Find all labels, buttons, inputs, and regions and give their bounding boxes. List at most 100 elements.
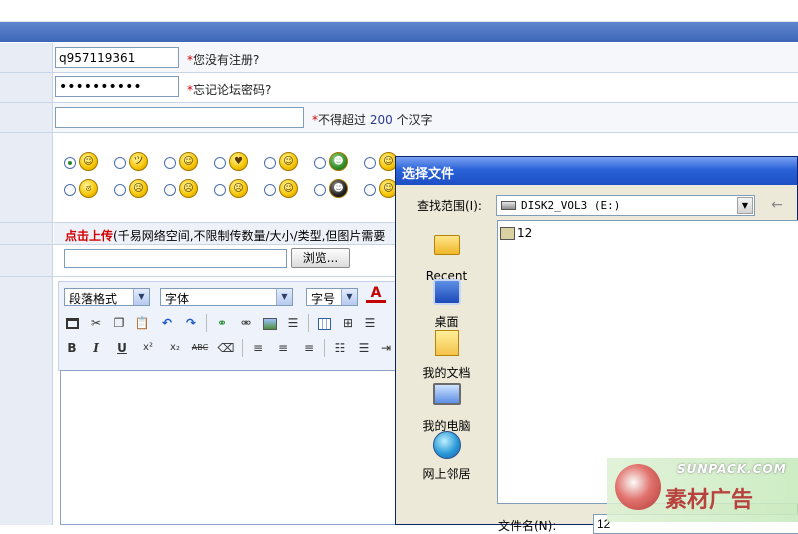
places-bar: Recent 桌面 我的文档 我的电脑 网上邻居 — [414, 224, 479, 526]
password-input[interactable] — [55, 76, 179, 97]
insert-row-icon[interactable]: ☰ — [360, 313, 380, 333]
dialog-title: 选择文件 — [396, 157, 797, 185]
unordered-list-icon[interactable]: ☰ — [354, 338, 374, 358]
place-network[interactable]: 网上邻居 — [414, 430, 479, 482]
title-input[interactable] — [55, 107, 304, 128]
copy-icon[interactable]: ❐ — [109, 313, 129, 333]
indent-icon[interactable]: ⇥ — [376, 338, 396, 358]
smiley-radio[interactable] — [264, 157, 276, 169]
smiley-radio[interactable] — [314, 157, 326, 169]
smiley-option[interactable]: ☹ — [114, 179, 158, 201]
smiley-option[interactable]: ☻ — [314, 152, 358, 174]
smiley-label-cell — [0, 133, 53, 222]
file-list-item[interactable]: 12 — [500, 226, 532, 242]
lookin-select[interactable]: DISK2_VOL3 (E:) ▼ — [496, 195, 755, 216]
cry-icon: ☹ — [179, 179, 198, 198]
tongue-icon: ☺ — [279, 152, 298, 171]
fullscreen-icon[interactable] — [62, 313, 82, 333]
desktop-icon — [432, 279, 461, 305]
smiley-radio[interactable] — [364, 184, 376, 196]
table-icon[interactable] — [314, 313, 334, 333]
smiley-option[interactable]: ಠ — [64, 179, 108, 201]
forgot-password-hint[interactable]: *忘记论坛密码? — [187, 81, 271, 98]
align-right-icon[interactable]: ≡ — [299, 338, 319, 358]
image-icon[interactable] — [260, 313, 280, 333]
smile-icon: ☺ — [79, 152, 98, 171]
happy-icon: ☺ — [179, 152, 198, 171]
smiley-option[interactable]: ☺ — [264, 152, 308, 174]
place-my-documents[interactable]: 我的文档 — [414, 328, 479, 381]
align-left-icon[interactable]: ≡ — [248, 338, 268, 358]
username-input[interactable] — [55, 47, 179, 68]
bold-button[interactable]: B — [62, 338, 82, 358]
upload-label-cell — [0, 223, 53, 244]
smiley-radio[interactable] — [64, 157, 76, 169]
title-row: *不得超过 200 个汉字 — [0, 103, 798, 133]
strikethrough-button[interactable]: ABC — [190, 338, 210, 358]
smiley-radio[interactable] — [314, 184, 326, 196]
smiley-radio[interactable] — [364, 157, 376, 169]
chevron-down-icon: ▼ — [276, 289, 292, 305]
eraser-icon[interactable]: ⌫ — [216, 338, 236, 358]
undo-icon[interactable]: ↶ — [157, 313, 177, 333]
place-recent[interactable]: Recent — [414, 229, 479, 283]
smiley-option[interactable]: ☺ — [64, 152, 108, 174]
smiley-radio[interactable] — [264, 184, 276, 196]
smiley-option[interactable]: ♥ — [214, 152, 258, 174]
superscript-button[interactable]: x² — [138, 338, 158, 358]
subscript-button[interactable]: x₂ — [165, 338, 185, 358]
italic-button[interactable]: I — [86, 338, 106, 358]
file-icon — [500, 227, 515, 240]
paragraph-format-select[interactable]: 段落格式 ▼ — [64, 288, 150, 306]
font-face-select[interactable]: 字体 ▼ — [160, 288, 293, 306]
align-center-icon[interactable]: ≡ — [273, 338, 293, 358]
toolbar-separator — [308, 314, 309, 332]
grimace-icon: ☹ — [129, 179, 148, 198]
underline-button[interactable]: U — [112, 338, 132, 358]
grin-blush-icon: ツ — [129, 152, 148, 171]
chevron-down-icon: ▼ — [341, 289, 357, 305]
smiley-radio[interactable] — [214, 157, 226, 169]
unlink-icon[interactable]: ⚮ — [236, 313, 256, 333]
horizontal-rule-icon[interactable]: ☰ — [283, 313, 303, 333]
username-field-cell: *您没有注册? — [54, 43, 798, 72]
smiley-option[interactable]: ☹ — [164, 179, 208, 201]
font-size-select[interactable]: 字号 ▼ — [306, 288, 358, 306]
sweat-icon: ☹ — [229, 179, 248, 198]
username-hint[interactable]: *您没有注册? — [187, 51, 259, 68]
cut-icon[interactable]: ✂ — [86, 313, 106, 333]
wink-icon: ☺ — [279, 179, 298, 198]
dark-face-icon: ☻ — [329, 179, 348, 198]
place-desktop[interactable]: 桌面 — [414, 277, 479, 330]
file-path-input[interactable] — [64, 249, 287, 268]
smiley-radio[interactable] — [214, 184, 226, 196]
smiley-option[interactable]: ☺ — [164, 152, 208, 174]
upload-link[interactable]: 点击上传 — [65, 229, 113, 243]
ordered-list-icon[interactable]: ☷ — [330, 338, 350, 358]
file-label-cell — [0, 245, 53, 276]
font-color-button[interactable]: A — [366, 285, 386, 303]
chevron-down-icon: ▼ — [737, 197, 753, 214]
smiley-radio[interactable] — [164, 157, 176, 169]
browse-button[interactable]: 浏览... — [291, 248, 350, 268]
password-row: *忘记论坛密码? — [0, 73, 798, 103]
back-arrow-icon[interactable]: ← — [768, 196, 786, 214]
smiley-radio[interactable] — [64, 184, 76, 196]
smiley-option[interactable]: ☺ — [264, 179, 308, 201]
smiley-radio[interactable] — [114, 184, 126, 196]
paste-icon[interactable]: 📋 — [132, 313, 152, 333]
smiley-radio[interactable] — [114, 157, 126, 169]
smiley-option[interactable]: ☹ — [214, 179, 258, 201]
link-icon[interactable]: ⚭ — [212, 313, 232, 333]
place-my-computer[interactable]: 我的电脑 — [414, 379, 479, 434]
smiley-option[interactable]: ツ — [114, 152, 158, 174]
editor-content-area[interactable] — [60, 370, 400, 525]
smiley-option[interactable]: ☻ — [314, 179, 358, 201]
smiley-radio[interactable] — [164, 184, 176, 196]
toolbar-separator — [206, 314, 207, 332]
turtle-icon: ☻ — [329, 152, 348, 171]
redo-icon[interactable]: ↷ — [181, 313, 201, 333]
insert-column-icon[interactable]: ⊞ — [338, 313, 358, 333]
toolbar-separator — [242, 339, 243, 357]
toolbar-separator — [324, 339, 325, 357]
